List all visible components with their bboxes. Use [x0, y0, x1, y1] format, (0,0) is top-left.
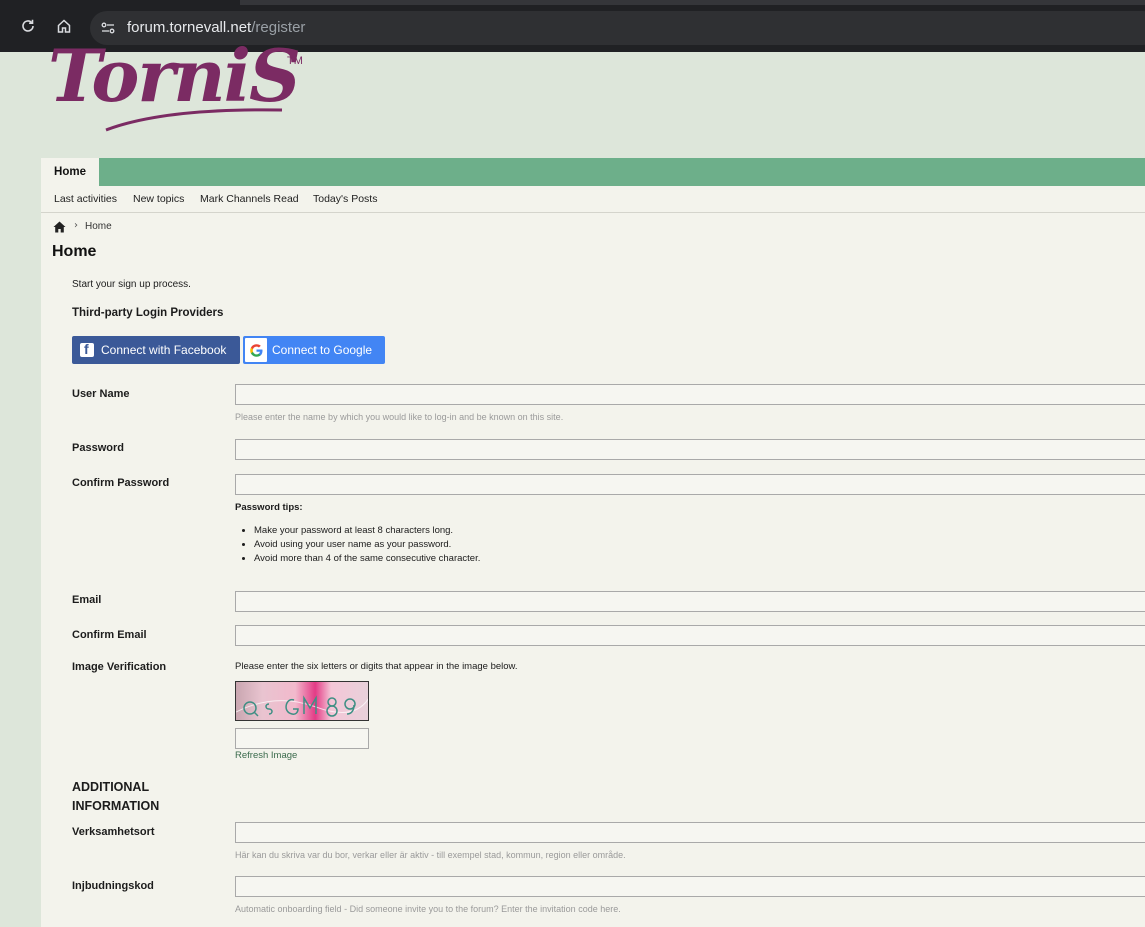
confirm-email-input[interactable]	[235, 625, 1145, 646]
password-tips-list: Make your password at least 8 characters…	[254, 525, 480, 567]
main-panel: Last activities New topics Mark Channels…	[41, 186, 1145, 927]
confirm-password-label: Confirm Password	[72, 477, 170, 489]
additional-information-heading: ADDITIONAL INFORMATION	[72, 780, 160, 813]
chevron-right-icon: ›	[74, 220, 78, 231]
tab-home[interactable]: Home	[41, 158, 99, 186]
facebook-button-label: Connect with Facebook	[101, 343, 227, 357]
connect-facebook-button[interactable]: f Connect with Facebook	[72, 336, 240, 364]
confirm-password-input[interactable]	[235, 474, 1145, 495]
captcha-input[interactable]	[235, 728, 369, 749]
verksamhetsort-input[interactable]	[235, 822, 1145, 843]
list-item: Avoid more than 4 of the same consecutiv…	[254, 553, 480, 567]
logo-trademark: TM	[287, 55, 303, 67]
list-item: Make your password at least 8 characters…	[254, 525, 480, 539]
logo-text: TorniS	[48, 33, 301, 118]
reload-icon[interactable]	[17, 15, 39, 37]
password-input[interactable]	[235, 439, 1145, 460]
google-button-label: Connect to Google	[272, 343, 373, 357]
logo-swoosh-icon	[105, 108, 283, 132]
captcha-glyphs	[236, 695, 368, 717]
injbudningskod-input[interactable]	[235, 876, 1145, 897]
username-label: User Name	[72, 388, 130, 400]
captcha-hint: Please enter the six letters or digits t…	[235, 661, 518, 672]
username-input[interactable]	[235, 384, 1145, 405]
breadcrumb-current: Home	[85, 221, 112, 232]
site-logo[interactable]: TorniS TM	[48, 40, 308, 137]
tab-strip	[240, 0, 1145, 5]
verksamhetsort-hint: Här kan du skriva var du bor, verkar ell…	[235, 850, 626, 860]
subnav-last-activities[interactable]: Last activities	[54, 193, 117, 205]
refresh-image-link[interactable]: Refresh Image	[235, 750, 297, 761]
subnav-todays-posts[interactable]: Today's Posts	[313, 193, 377, 205]
list-item: Avoid using your user name as your passw…	[254, 539, 480, 553]
verksamhetsort-label: Verksamhetsort	[72, 826, 155, 838]
subnav-new-topics[interactable]: New topics	[133, 193, 184, 205]
password-tips-title: Password tips:	[235, 502, 303, 513]
third-party-title: Third-party Login Providers	[72, 307, 224, 319]
page-title: Home	[52, 243, 97, 260]
email-input[interactable]	[235, 591, 1145, 612]
breadcrumb-home-icon[interactable]	[53, 221, 66, 233]
email-label: Email	[72, 594, 102, 606]
password-label: Password	[72, 442, 124, 454]
site-header: TorniS TM	[0, 40, 1145, 158]
injbudningskod-label: Injbudningskod	[72, 880, 154, 892]
username-hint: Please enter the name by which you would…	[235, 412, 564, 422]
confirm-email-label: Confirm Email	[72, 629, 147, 641]
captcha-image	[235, 681, 369, 721]
main-navigation: Home	[41, 158, 1145, 186]
subnav-mark-channels-read[interactable]: Mark Channels Read	[200, 193, 299, 205]
facebook-icon: f	[80, 341, 94, 357]
google-icon	[245, 338, 267, 362]
injbudningskod-hint: Automatic onboarding field - Did someone…	[235, 904, 621, 914]
sub-navigation: Last activities New topics Mark Channels…	[41, 186, 1145, 213]
connect-google-button[interactable]: Connect to Google	[243, 336, 385, 364]
image-verification-label: Image Verification	[72, 661, 167, 673]
intro-text: Start your sign up process.	[72, 279, 191, 290]
